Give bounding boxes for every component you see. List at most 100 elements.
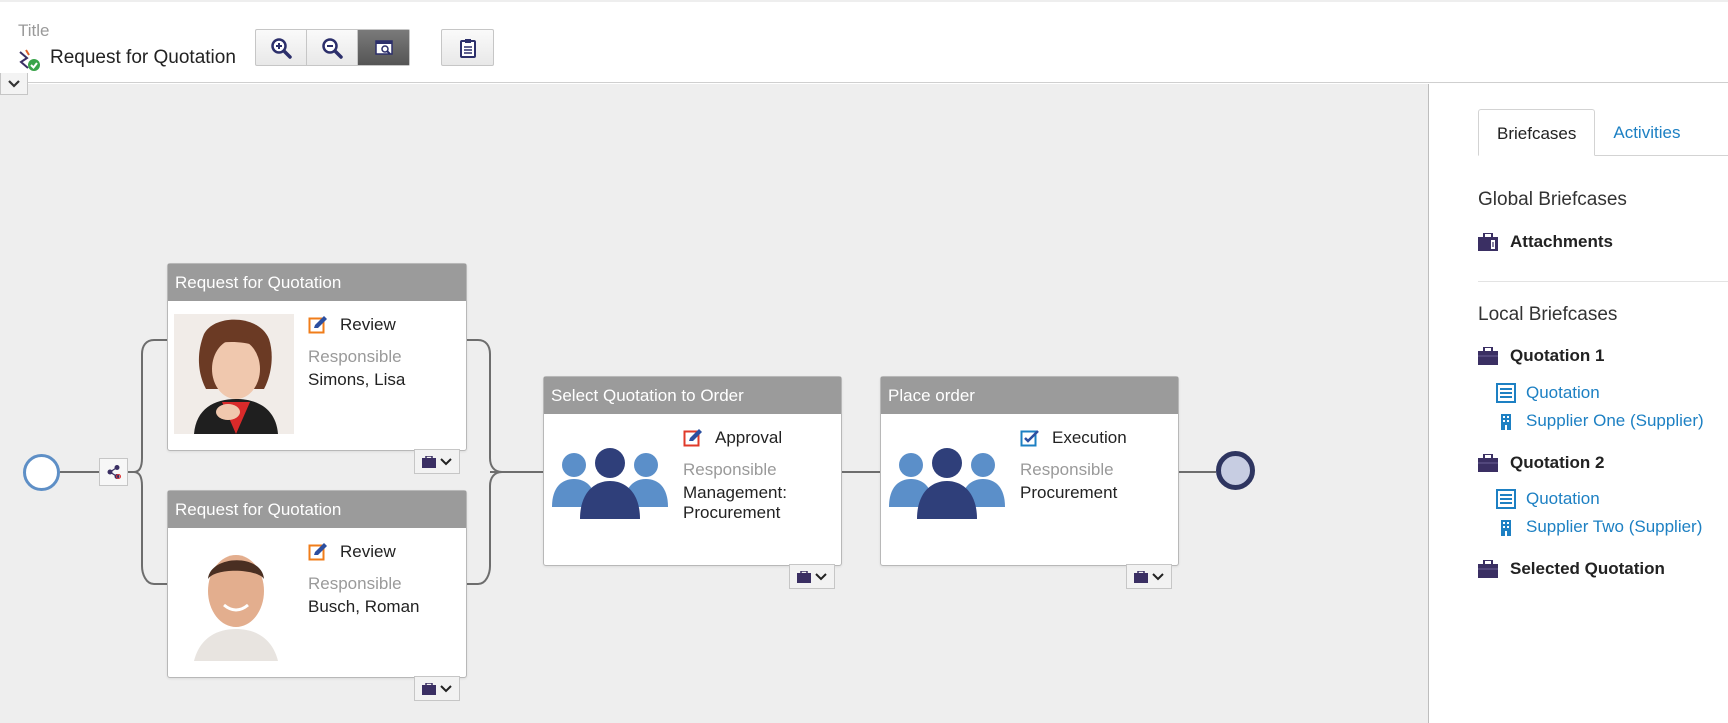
process-title: Request for Quotation (50, 47, 236, 68)
node-title: Request for Quotation (168, 264, 466, 301)
briefcase-label: Selected Quotation (1510, 559, 1665, 578)
clipboard-toolbar (441, 29, 494, 66)
responsible-value: Busch, Roman (308, 597, 420, 616)
briefcase-attachments[interactable]: Attachments (1478, 232, 1613, 252)
task-name: Approval (715, 428, 783, 447)
responsible-value: Management: Procurement (683, 483, 787, 523)
edit-task-icon (308, 316, 327, 334)
briefcase-quotation-2[interactable]: Quotation 2 (1478, 453, 1604, 473)
connector-join-upper (466, 339, 503, 473)
node-title: Select Quotation to Order (544, 377, 841, 414)
briefcase-icon (1478, 454, 1498, 472)
task-node-approval[interactable]: Select Quotation to Order Approval Respo… (543, 376, 842, 566)
chevron-down-icon (440, 457, 452, 465)
process-canvas[interactable]: Request for Quotation Review Responsible (0, 84, 1428, 723)
group-icon (552, 443, 668, 524)
building-icon (1501, 414, 1511, 430)
task-node-review-simons[interactable]: Request for Quotation Review Responsible (167, 263, 467, 451)
task-name: Execution (1052, 428, 1127, 447)
end-event[interactable] (1216, 451, 1255, 490)
attachment-briefcase-icon (1478, 233, 1498, 251)
start-event[interactable] (23, 454, 60, 491)
document-icon (1496, 489, 1516, 509)
briefcase-item-supplier-one[interactable]: Supplier One (Supplier) (1496, 411, 1704, 431)
responsible-value: Procurement (1020, 483, 1118, 502)
node-briefcase-dropdown[interactable] (414, 449, 460, 474)
process-status-icon (17, 48, 41, 72)
briefcase-icon (1478, 347, 1498, 365)
briefcase-icon (1134, 570, 1148, 583)
zoom-toolbar (255, 29, 410, 66)
connector-split-lower (133, 471, 167, 585)
briefcase-icon (1478, 560, 1498, 578)
responsible-label: Responsible (308, 347, 402, 366)
building-icon (1501, 520, 1511, 536)
task-line: Approval (683, 427, 787, 449)
responsible-label: Responsible (308, 574, 402, 593)
node-info: Review Responsible Simons, Lisa (308, 314, 405, 390)
fit-view-button[interactable] (358, 30, 409, 65)
briefcase-item-label: Quotation (1526, 489, 1600, 508)
node-briefcase-dropdown[interactable] (414, 676, 460, 701)
briefcase-panel: Briefcases Activities Global Briefcases … (1428, 84, 1728, 723)
briefcase-item-supplier-two[interactable]: Supplier Two (Supplier) (1496, 517, 1702, 537)
task-node-review-busch[interactable]: Request for Quotation Review Responsible… (167, 490, 467, 678)
briefcase-item-quotation[interactable]: Quotation (1496, 383, 1600, 403)
zoom-in-button[interactable] (256, 30, 307, 65)
node-briefcase-dropdown[interactable] (1126, 564, 1172, 589)
briefcase-item-quotation[interactable]: Quotation (1496, 489, 1600, 509)
node-title: Request for Quotation (168, 491, 466, 528)
chevron-down-icon (815, 572, 827, 580)
briefcase-label: Quotation 2 (1510, 453, 1605, 472)
node-info: Review Responsible Busch, Roman (308, 541, 420, 617)
panel-divider (1478, 281, 1728, 282)
connector-join-lower (466, 471, 503, 585)
responsible-value-line2: Procurement (683, 503, 781, 522)
approval-task-icon (683, 429, 702, 447)
avatar (174, 541, 294, 661)
node-info: Execution Responsible Procurement (1020, 427, 1127, 503)
share-icon (107, 465, 121, 479)
responsible-value: Simons, Lisa (308, 370, 406, 389)
connector-split-upper (133, 339, 167, 473)
chevron-down-icon (1152, 572, 1164, 580)
task-node-execution[interactable]: Place order Execution Responsible Procur… (880, 376, 1179, 566)
split-gateway[interactable] (99, 458, 128, 486)
execution-task-icon (1020, 430, 1039, 447)
briefcase-label: Attachments (1510, 232, 1613, 251)
tab-briefcases[interactable]: Briefcases (1478, 109, 1596, 156)
task-line: Execution (1020, 427, 1127, 449)
title-label: Title (18, 21, 50, 40)
node-info: Approval Responsible Management: Procure… (683, 427, 787, 523)
briefcase-label: Quotation 1 (1510, 346, 1605, 365)
tab-activities[interactable]: Activities (1595, 109, 1698, 156)
briefcase-selected-quotation[interactable]: Selected Quotation (1478, 559, 1665, 579)
avatar (174, 314, 294, 434)
briefcase-item-label: Supplier Two (Supplier) (1526, 517, 1703, 536)
collapse-header-button[interactable] (0, 73, 28, 95)
task-name: Review (340, 315, 396, 334)
briefcase-icon (422, 682, 436, 695)
zoom-out-icon (322, 37, 343, 59)
zoom-out-button[interactable] (307, 30, 358, 65)
briefcase-icon (422, 455, 436, 468)
global-briefcases-title: Global Briefcases (1478, 189, 1627, 210)
task-name: Review (340, 542, 396, 561)
chevron-down-icon (440, 684, 452, 692)
briefcase-item-label: Quotation (1526, 383, 1600, 402)
zoom-in-icon (271, 37, 292, 59)
chevron-down-icon (8, 79, 20, 88)
responsible-label: Responsible (683, 460, 777, 479)
task-line: Review (308, 541, 420, 563)
local-briefcases-title: Local Briefcases (1478, 304, 1618, 325)
briefcase-item-label: Supplier One (Supplier) (1526, 411, 1704, 430)
responsible-label: Responsible (1020, 460, 1114, 479)
briefcase-icon (797, 570, 811, 583)
responsible-value-line1: Management: (683, 483, 787, 502)
briefcase-quotation-1[interactable]: Quotation 1 (1478, 346, 1604, 366)
node-title: Place order (881, 377, 1178, 414)
task-line: Review (308, 314, 405, 336)
panel-tabs: Briefcases Activities (1478, 109, 1698, 156)
node-briefcase-dropdown[interactable] (789, 564, 835, 589)
clipboard-button[interactable] (442, 30, 493, 65)
